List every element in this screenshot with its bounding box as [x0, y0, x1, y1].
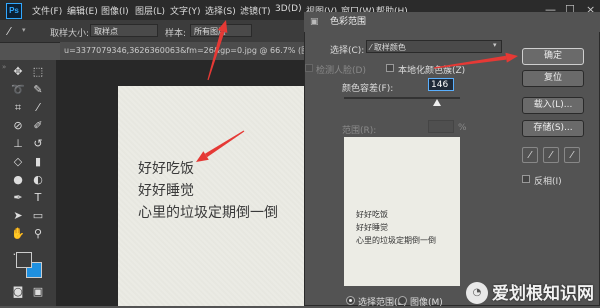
watermark-text: 爱划根知识网 [492, 284, 594, 304]
arrow-to-ok-button-head [505, 52, 518, 63]
arrow-to-ok-button-shaft [433, 55, 507, 69]
annotation-arrows [196, 20, 518, 162]
arrow-to-select-menu-head [217, 20, 228, 33]
arrow-to-select-menu-shaft [207, 30, 225, 81]
watermark-logo-icon: ◔ [466, 282, 488, 304]
arrow-to-canvas-text-shaft [204, 130, 245, 158]
